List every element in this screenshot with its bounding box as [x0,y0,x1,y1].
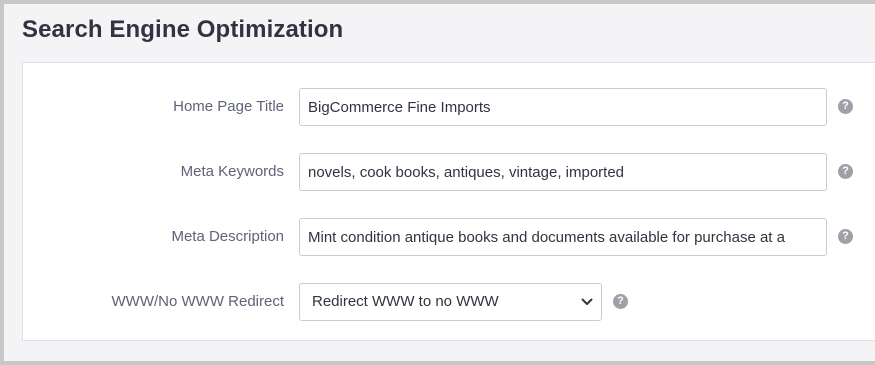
section-title: Search Engine Optimization [22,16,344,43]
meta-keywords-input[interactable] [299,153,827,191]
www-redirect-row: WWW/No WWW Redirect Redirect WWW to no W… [23,283,875,321]
meta-keywords-label: Meta Keywords [180,163,284,180]
meta-description-row: Meta Description ? [23,218,875,256]
chevron-down-icon [581,298,593,305]
meta-keywords-row: Meta Keywords ? [23,153,875,191]
www-redirect-selected-value: Redirect WWW to no WWW [312,293,499,310]
help-icon[interactable]: ? [838,99,853,114]
seo-form-card: Home Page Title ? Meta Keywords ? Meta D… [22,62,875,341]
help-icon[interactable]: ? [838,229,853,244]
www-redirect-select[interactable]: Redirect WWW to no WWW [299,283,602,321]
home-page-title-input[interactable] [299,88,827,126]
seo-panel: Search Engine Optimization Home Page Tit… [4,4,875,361]
meta-description-input[interactable] [299,218,827,256]
help-icon[interactable]: ? [838,164,853,179]
home-page-title-row: Home Page Title ? [23,88,875,126]
meta-description-label: Meta Description [171,228,284,245]
help-icon[interactable]: ? [613,294,628,309]
www-redirect-label: WWW/No WWW Redirect [111,293,284,310]
home-page-title-label: Home Page Title [173,98,284,115]
